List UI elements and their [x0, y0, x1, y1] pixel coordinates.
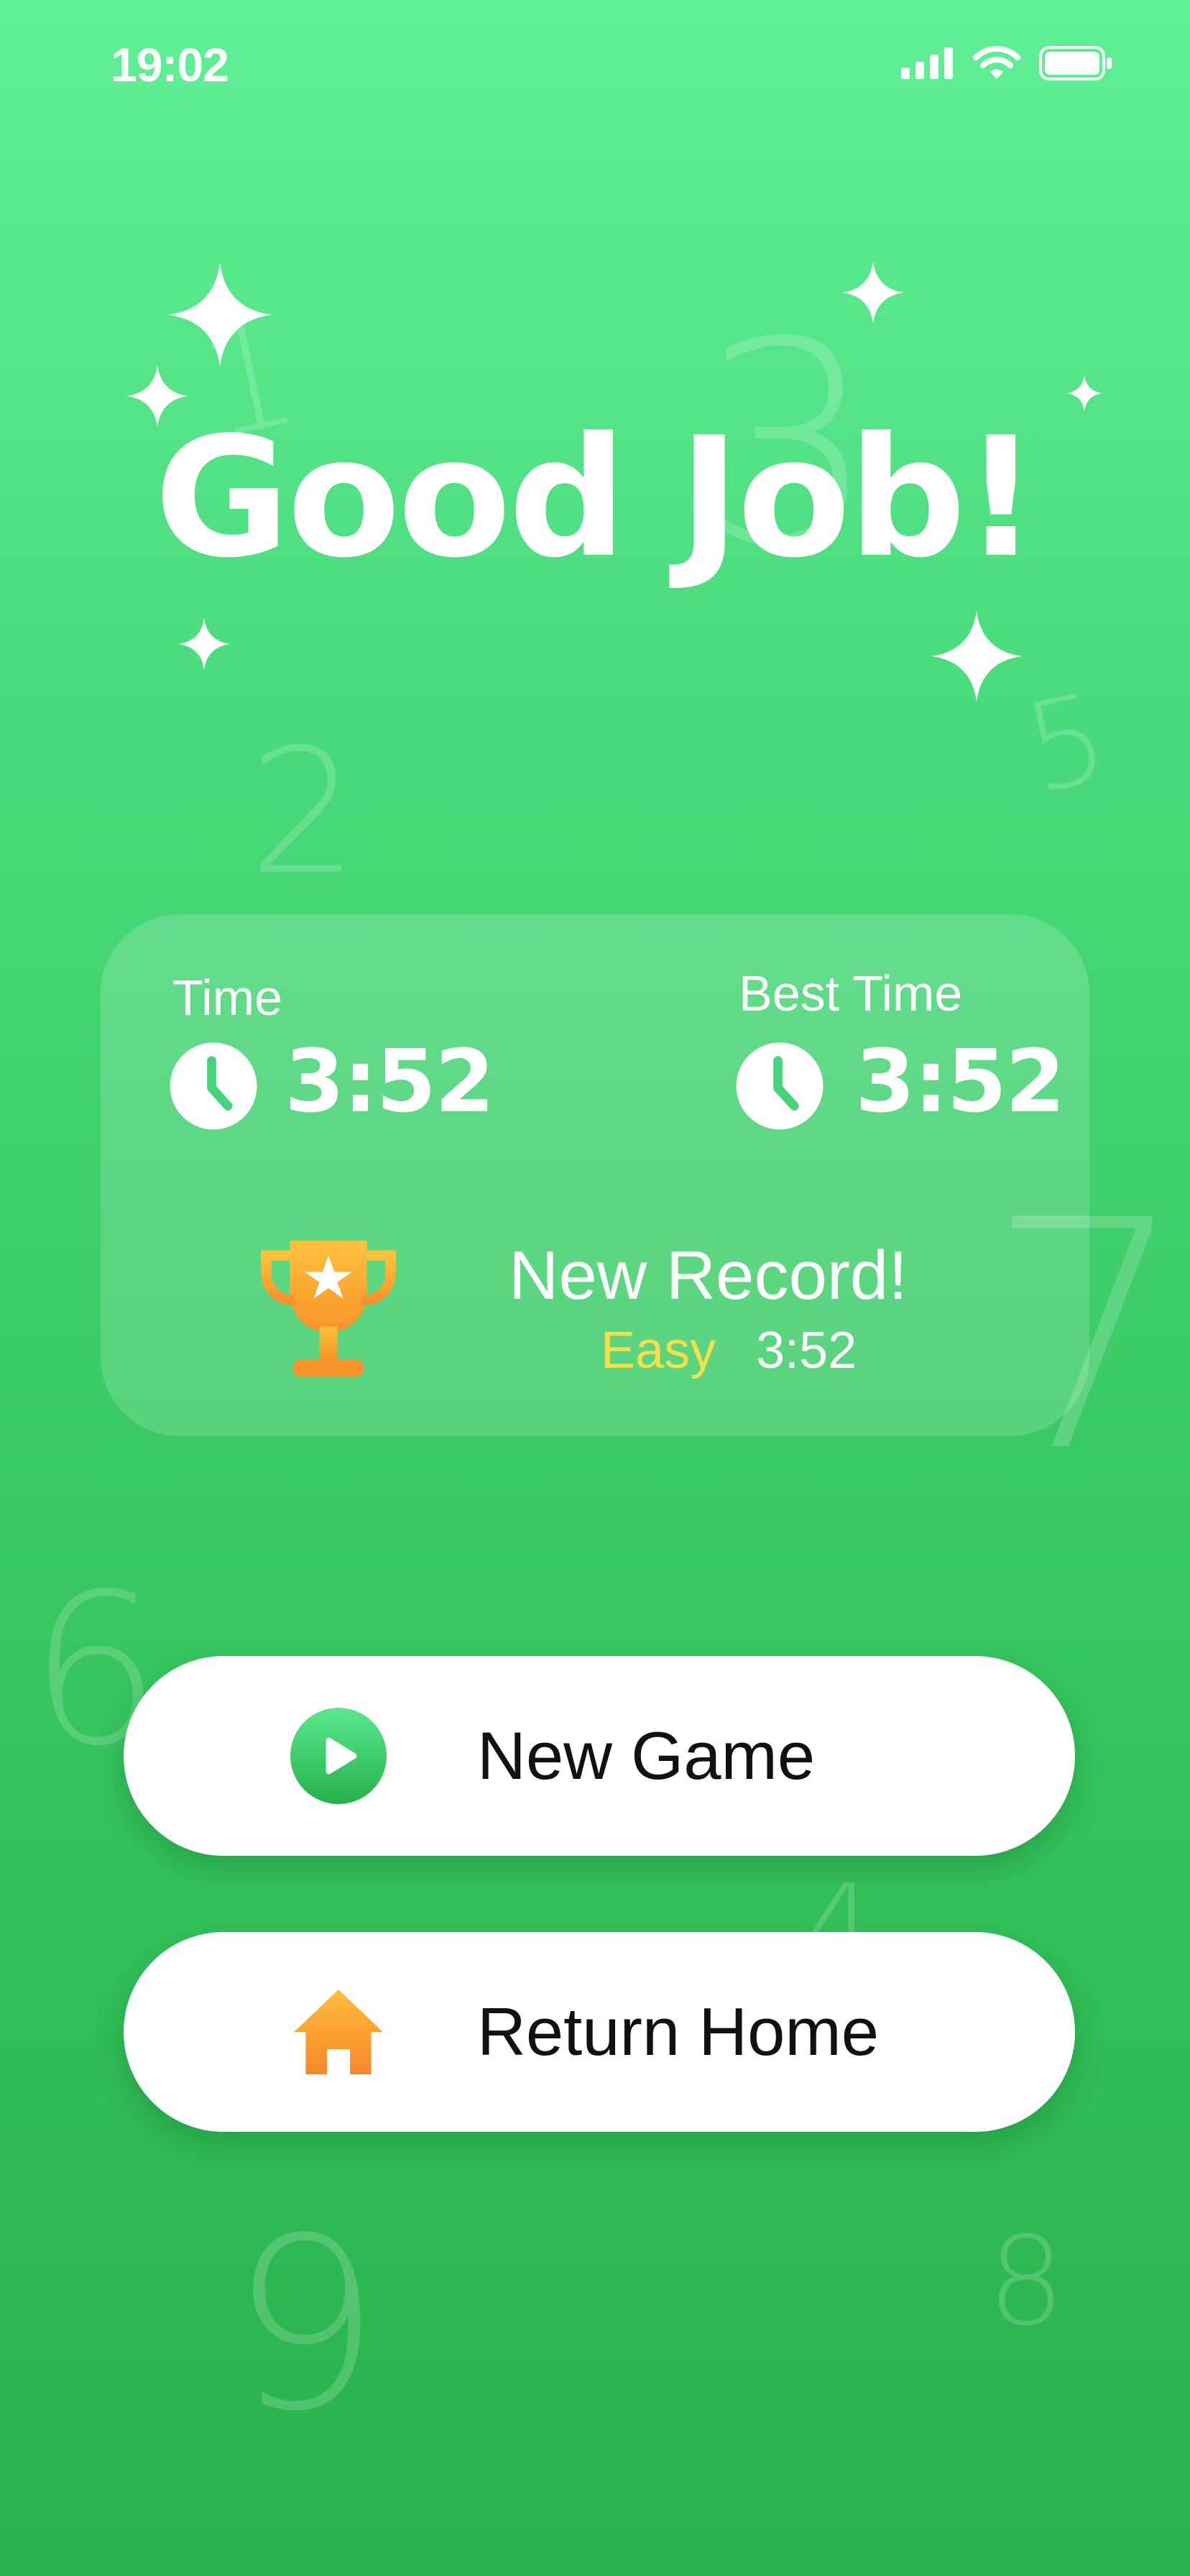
wifi-icon [973, 46, 1020, 79]
best-time-label: Best Time [739, 965, 963, 1021]
home-icon [294, 1990, 383, 2074]
return-home-button[interactable]: Return Home [124, 1932, 1075, 2132]
background-number: 5 [1013, 666, 1120, 822]
best-time-value: 3:52 [855, 1032, 1065, 1132]
trophy-icon [261, 1241, 396, 1377]
battery-icon [1039, 46, 1112, 80]
background-number: 8 [987, 2211, 1066, 2353]
page-title: Good Job! [154, 402, 1039, 594]
record-time: 3:52 [756, 1322, 857, 1379]
background-number: 9 [230, 2187, 381, 2463]
new-game-button[interactable]: New Game [124, 1656, 1075, 1856]
status-icons [901, 46, 1114, 80]
new-game-label: New Game [477, 1718, 816, 1793]
time-value: 3:52 [285, 1032, 494, 1132]
sparkle-icon [178, 618, 230, 670]
sparkle-icon [842, 262, 904, 323]
result-card: Time 3:52 Best Time 3:52 New Record! Eas… [101, 914, 1089, 1436]
background-number: 2 [249, 712, 359, 913]
return-home-label: Return Home [477, 1994, 879, 2069]
clock-icon [736, 1042, 824, 1130]
record-difficulty: Easy [601, 1322, 716, 1379]
sparkle-icon [931, 611, 1022, 702]
time-label: Time [172, 970, 282, 1026]
status-time: 19:02 [111, 38, 229, 91]
play-icon [290, 1708, 387, 1804]
sparkle-icon [168, 263, 272, 367]
new-record-title: New Record! [509, 1237, 908, 1314]
signal-icon [901, 47, 953, 79]
clock-icon [170, 1042, 257, 1130]
